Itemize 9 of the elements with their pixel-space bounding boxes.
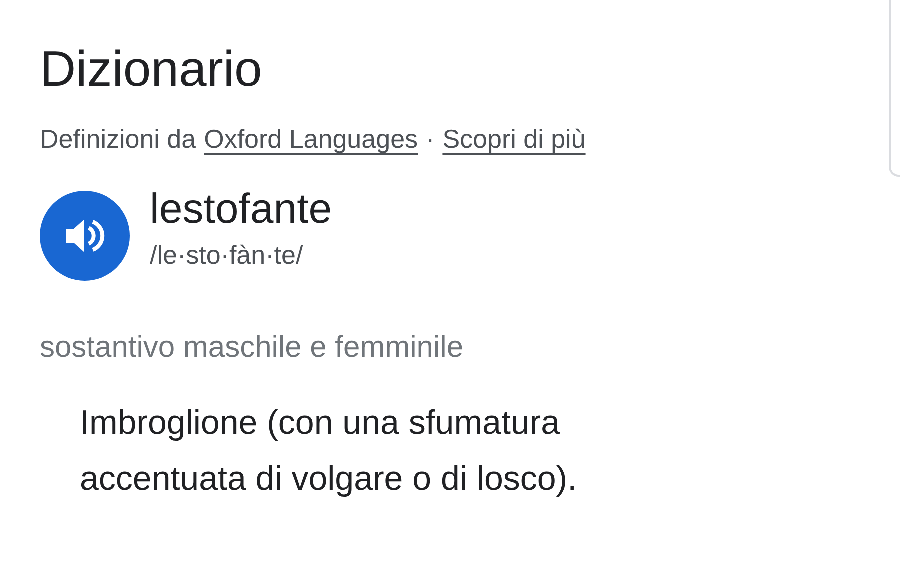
- source-link[interactable]: Oxford Languages: [204, 124, 418, 155]
- separator-dot: ·: [426, 124, 435, 155]
- pronunciation: /le·sto·fàn·te/: [150, 240, 304, 270]
- source-label: Definizioni da: [40, 124, 196, 155]
- definition-text: Imbroglione (con una sfumatura accentuata di volgare o di losco).: [80, 403, 578, 500]
- dictionary-title: Dizionario: [40, 40, 264, 99]
- part-of-speech: sostantivo maschile e femminile: [40, 331, 465, 365]
- headword: lestofante: [150, 184, 332, 234]
- learn-more-link[interactable]: Scopri di più: [442, 124, 586, 155]
